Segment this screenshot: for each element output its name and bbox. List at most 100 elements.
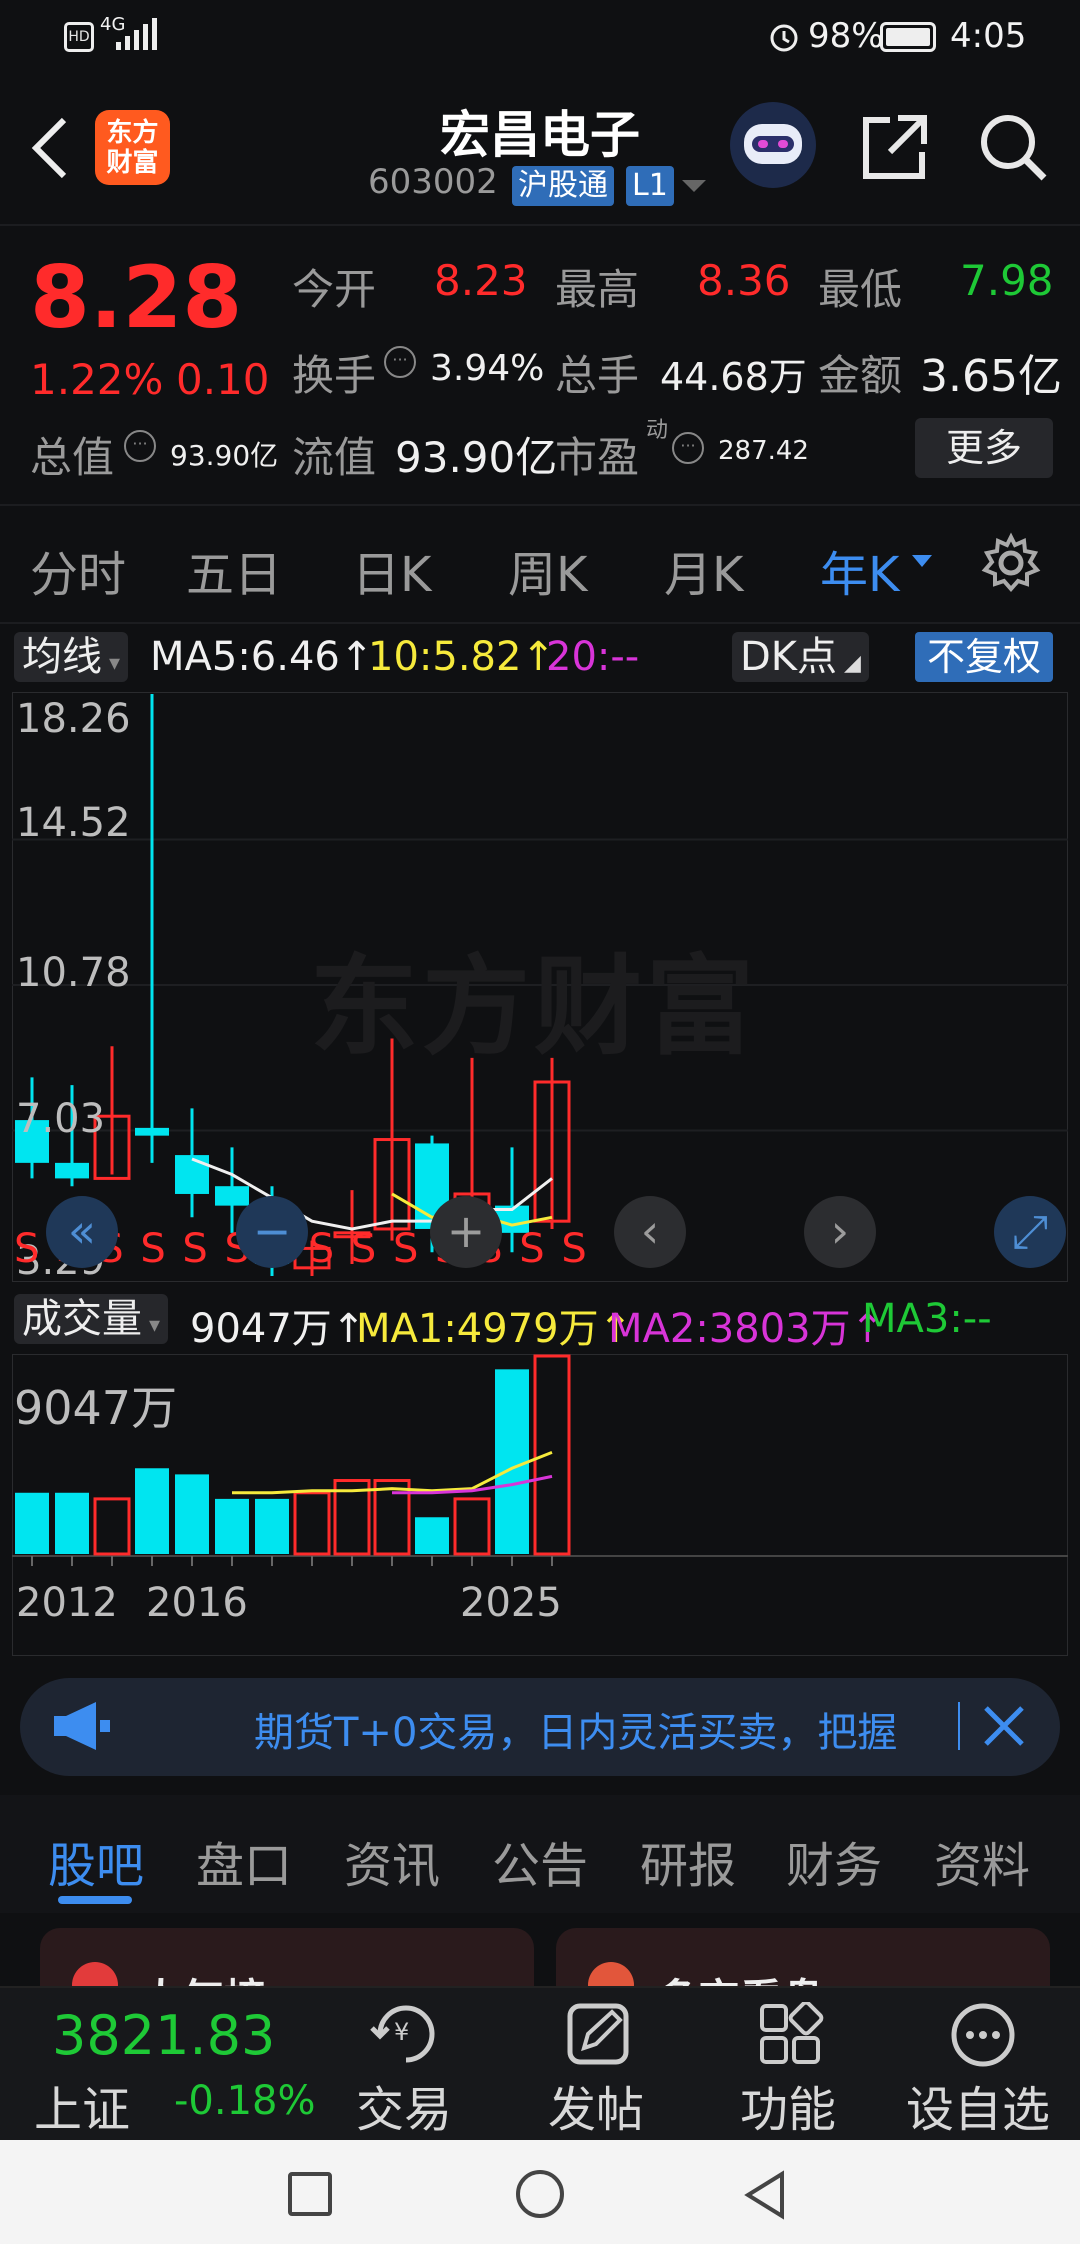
nav-functions[interactable]: 功能 [740,2070,836,2140]
candle-body-down [175,1155,209,1194]
banner-divider [958,1702,960,1750]
open-value: 8.23 [434,256,528,305]
alarm-icon [770,24,798,52]
post-icon[interactable] [566,2002,632,2068]
hk-connect-tag: 沪股通 [512,166,614,206]
caret-down-icon[interactable] [912,555,932,569]
tab-weekly-k[interactable]: 周K [508,535,587,605]
tab-monthly-k[interactable]: 月K [664,535,743,605]
tab-financials[interactable]: 财务 [786,1826,882,1896]
y-tick-label: 10.78 [16,950,131,996]
open-label: 今开 [292,265,377,314]
zoom-out-icon[interactable]: − [236,1196,308,1268]
tab-research[interactable]: 研报 [640,1826,736,1896]
index-value[interactable]: 3821.83 [52,2004,275,2067]
search-icon[interactable] [976,110,1050,184]
tab-guba[interactable]: 股吧 [48,1826,144,1896]
volume-bar-down [215,1498,249,1554]
fullscreen-icon[interactable]: ⤢ [994,1196,1066,1268]
nav-trade[interactable]: 交易 [356,2070,452,2140]
promo-banner[interactable]: 期货T+0交易，日内灵活买卖，把握 [20,1678,1060,1776]
candle-body-down [55,1162,89,1179]
ma-select[interactable]: 均线 ▾ [14,632,129,682]
back-icon[interactable] [742,2170,788,2220]
last-price: 8.28 [30,248,243,348]
volume-bar-down [15,1492,49,1554]
vol-ma3-readout: MA3:-- [862,1296,992,1342]
volume-bar-up [533,1354,571,1556]
tab-order-book[interactable]: 盘口 [196,1826,292,1896]
change-pct: 1.22% [30,355,164,404]
index-name[interactable]: 上证 [34,2070,130,2140]
tab-underline [58,1896,132,1904]
tab-five-day[interactable]: 五日 [186,535,282,605]
info-icon[interactable]: ··· [124,430,156,462]
chevron-down-icon[interactable] [680,178,708,196]
x-tick-label: 2012 [16,1580,118,1626]
share-icon[interactable] [860,112,930,182]
bottom-nav: 3821.83 上证 -0.18% ¥ 交易 发帖 功能 设自选 [0,1986,1080,2140]
volume-bar-down [415,1517,449,1554]
high-value: 8.36 [697,256,791,305]
system-nav-bar [0,2140,1080,2244]
functions-icon[interactable] [758,2002,824,2068]
scroll-left-fast-icon[interactable]: « [46,1196,118,1268]
info-icon[interactable]: ··· [384,346,416,378]
dropdown-icon: ▾ [142,1313,161,1338]
tab-yearly-k[interactable]: 年K [820,535,899,605]
turnover-value: 3.94% [430,348,545,389]
tab-profile[interactable]: 资料 [934,1826,1030,1896]
home-icon[interactable] [516,2170,564,2218]
x-tick-label: 2025 [460,1580,562,1626]
volume-indicator-select[interactable]: 成交量 ▾ [14,1294,169,1344]
scroll-right-icon[interactable]: › [804,1196,876,1268]
mktcap-label: 总值 [30,433,115,482]
more-button[interactable]: 更多 [915,418,1053,478]
nav-add-watchlist[interactable]: 设自选 [906,2070,1050,2140]
low-value: 7.98 [960,256,1054,305]
turnover-label: 换手 [292,351,377,400]
tab-announcements[interactable]: 公告 [492,1826,588,1896]
ma20-readout: 20:-- [546,634,640,680]
volume-bar-down [175,1474,209,1554]
tab-daily-k[interactable]: 日K [352,535,431,605]
nav-post[interactable]: 发帖 [548,2070,644,2140]
volume-bar-down [135,1468,169,1554]
volume-select-label: 成交量 [22,1296,142,1342]
amount-label: 金额 [818,351,903,400]
banner-text: 期货T+0交易，日内灵活买卖，把握 [254,1710,898,1756]
mktcap-value: 93.90亿 [170,439,279,472]
dropdown-icon: ◢ [837,651,861,676]
zoom-in-icon[interactable]: + [430,1196,502,1268]
dk-select-label: DK点 [740,634,838,680]
volume-value: 44.68万 [660,355,807,399]
tab-intraday[interactable]: 分时 [30,535,126,605]
tab-news[interactable]: 资讯 [344,1826,440,1896]
stock-code: 603002 [368,162,498,202]
gear-icon[interactable] [980,532,1042,594]
close-icon[interactable] [982,1704,1026,1748]
volume-bar-up [453,1497,491,1556]
clock: 4:05 [950,16,1027,56]
divider [0,622,1080,624]
high-label: 最高 [555,265,640,314]
y-tick-label: 7.03 [16,1096,106,1142]
recent-apps-icon[interactable] [288,2172,332,2216]
adjust-button[interactable]: 不复权 [915,632,1054,682]
pe-value: 287.42 [718,436,809,466]
dk-select[interactable]: DK点 ◢ [732,632,869,682]
robot-assistant-icon[interactable] [730,102,816,188]
divider [0,504,1080,506]
trade-icon[interactable]: ¥ [368,2000,444,2066]
pe-label: 市盈 [555,433,640,482]
more-circle-icon[interactable] [950,2002,1016,2068]
watermark: 东方财富 [310,945,759,1070]
y-tick-label: 14.52 [16,800,131,846]
y-tick-label: 18.26 [16,696,131,742]
vol-ma1-readout: MA1:4979万↑ [356,1306,633,1352]
scroll-left-icon[interactable]: ‹ [614,1196,686,1268]
info-icon[interactable]: ··· [672,432,704,464]
ma-select-label: 均线 [22,634,102,680]
ma5-readout: MA5:6.46↑ [150,634,374,680]
amount-value: 3.65亿 [920,351,1062,402]
